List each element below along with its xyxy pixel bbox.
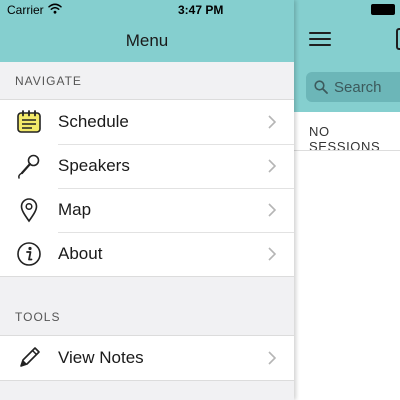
pencil-icon [20, 347, 40, 367]
menu-item-label: About [58, 244, 103, 263]
microphone-icon [18, 154, 40, 179]
divider [294, 150, 400, 151]
section-label-navigate: NAVIGATE [15, 74, 82, 88]
menu-item-schedule[interactable]: Schedule [0, 100, 294, 144]
carrier-label: Carrier [7, 3, 44, 17]
chevron-right-icon [268, 159, 276, 173]
side-menu: Carrier 3:47 PM Menu NAVIGATE Schedule S… [0, 0, 294, 400]
search-icon [314, 80, 328, 94]
section-label-tools: TOOLS [15, 310, 61, 324]
wifi-icon [48, 3, 62, 14]
search-placeholder: Search [334, 79, 382, 96]
menu-item-label: Schedule [58, 112, 129, 131]
search-input[interactable]: Search [306, 72, 400, 102]
menu-item-view-notes[interactable]: View Notes [0, 336, 294, 380]
menu-header: Carrier 3:47 PM Menu [0, 0, 294, 62]
navigate-list: Schedule Speakers Map About [0, 99, 294, 277]
status-time: 3:47 PM [178, 3, 224, 17]
info-icon [17, 242, 41, 266]
chevron-right-icon [268, 203, 276, 217]
tools-list: View Notes [0, 335, 294, 381]
chevron-right-icon [268, 247, 276, 261]
menu-item-map[interactable]: Map [0, 188, 294, 232]
menu-item-label: Speakers [58, 156, 130, 175]
menu-item-about[interactable]: About [0, 232, 294, 276]
chevron-right-icon [268, 115, 276, 129]
menu-item-label: View Notes [58, 348, 144, 367]
menu-title: Menu [125, 31, 169, 50]
chevron-right-icon [268, 351, 276, 365]
map-pin-icon [20, 198, 38, 223]
filter-icon[interactable] [396, 28, 400, 50]
menu-item-label: Map [58, 200, 92, 219]
status-bar: Carrier 3:47 PM [0, 0, 294, 20]
hamburger-menu-icon[interactable] [309, 32, 331, 48]
calendar-icon [17, 110, 41, 133]
battery-icon [371, 4, 395, 15]
menu-item-speakers[interactable]: Speakers [0, 144, 294, 188]
